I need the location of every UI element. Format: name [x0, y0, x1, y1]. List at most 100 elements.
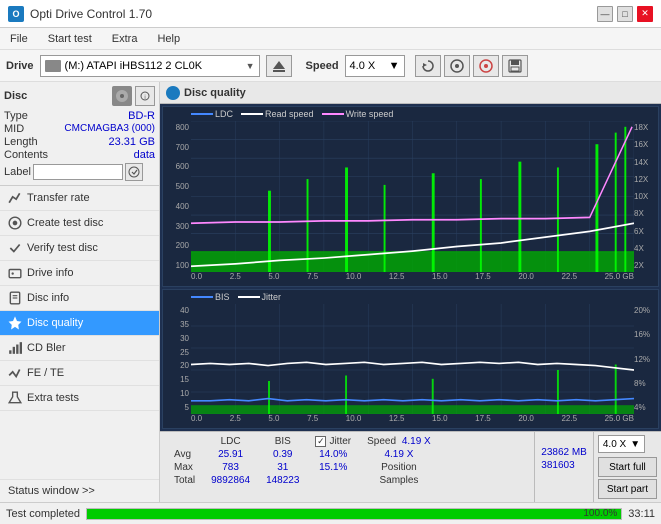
refresh-button[interactable] — [415, 55, 441, 77]
col-speed-label: Speed — [367, 436, 396, 447]
col-header-bis: BIS — [258, 435, 307, 448]
sidebar-item-transfer-rate[interactable]: Transfer rate — [0, 186, 159, 211]
start-full-button[interactable]: Start full — [598, 457, 657, 477]
start-part-button[interactable]: Start part — [598, 479, 657, 499]
chart-header-icon — [166, 86, 180, 100]
y-label-200: 200 — [163, 241, 191, 250]
bis-legend-text: BIS — [215, 292, 230, 302]
y-right-8x: 8X — [634, 209, 658, 218]
jitter-legend-color — [238, 296, 260, 298]
by-label-30: 30 — [163, 334, 191, 343]
sidebar-item-cd-bler[interactable]: CD Bler — [0, 336, 159, 361]
speed-select[interactable]: 4.0 X ▼ — [345, 55, 405, 77]
disc-image-icon — [112, 86, 132, 106]
bottom-chart-y-axis-left: 40 35 30 25 20 15 10 5 — [163, 304, 191, 414]
drive-select-icon — [45, 60, 61, 72]
menu-start-test[interactable]: Start test — [44, 31, 96, 47]
start-speed-select[interactable]: 4.0 X ▼ — [598, 435, 645, 453]
main-content: Disc i Type BD-R MID CMCMAGBA3 (000) — [0, 82, 661, 502]
svg-text:i: i — [144, 95, 145, 101]
ldc-legend-color — [191, 113, 213, 115]
col-header-ldc: LDC — [203, 435, 258, 448]
bx-label-25: 25.0 GB — [605, 414, 634, 428]
maximize-button[interactable]: □ — [617, 6, 633, 22]
y-label-400: 400 — [163, 202, 191, 211]
stats-avg-label: Avg — [166, 448, 203, 461]
nav-items: Transfer rate Create test disc Verify te… — [0, 186, 159, 479]
y-label-300: 300 — [163, 222, 191, 231]
start-buttons: 4.0 X ▼ Start full Start part — [594, 432, 661, 502]
stats-total-ldc: 9892864 — [203, 474, 258, 487]
save-button[interactable] — [502, 55, 528, 77]
sidebar-item-fe-te[interactable]: FE / TE — [0, 361, 159, 386]
bottom-chart-x-axis: 0.0 2.5 5.0 7.5 10.0 12.5 15.0 17.5 20.0… — [191, 414, 634, 428]
sidebar-item-create-test-disc[interactable]: Create test disc — [0, 211, 159, 236]
write-icon-button[interactable] — [473, 55, 499, 77]
by-right-8: 8% — [634, 379, 658, 388]
bx-label-15: 15.0 — [432, 414, 448, 428]
minimize-button[interactable]: — — [597, 6, 613, 22]
stats-table: LDC BIS ✓ Jitter Speed 4.19 X — [160, 432, 534, 502]
eject-button[interactable] — [266, 55, 292, 77]
stats-total-row: Total 9892864 148223 Samples — [166, 474, 439, 487]
stats-total-label: Total — [166, 474, 203, 487]
read-speed-legend-color — [241, 113, 263, 115]
speed-label: Speed — [306, 60, 339, 72]
drive-select-value: (M:) ATAPI iHBS112 2 CL0K — [65, 60, 203, 72]
stats-position-row: 23862 MB — [541, 447, 587, 458]
progress-bar-container: 100.0% — [86, 508, 622, 520]
y-label-100: 100 — [163, 261, 191, 270]
disc-contents-row: Contents data — [4, 149, 155, 161]
sidebar-item-disc-quality[interactable]: Disc quality — [0, 311, 159, 336]
top-chart-x-axis: 0.0 2.5 5.0 7.5 10.0 12.5 15.0 17.5 20.0… — [191, 272, 634, 286]
close-button[interactable]: ✕ — [637, 6, 653, 22]
x-label-7-5: 7.5 — [307, 272, 318, 286]
sidebar-item-drive-info[interactable]: Drive info — [0, 261, 159, 286]
extra-tests-label: Extra tests — [27, 392, 79, 404]
menu-help[interactable]: Help — [153, 31, 184, 47]
x-label-10: 10.0 — [346, 272, 362, 286]
menu-file[interactable]: File — [6, 31, 32, 47]
drive-select[interactable]: (M:) ATAPI iHBS112 2 CL0K ▼ — [40, 55, 260, 77]
x-label-17-5: 17.5 — [475, 272, 491, 286]
top-chart-svg — [191, 121, 634, 272]
sidebar-item-status-window[interactable]: Status window >> — [0, 479, 159, 502]
y-right-12x: 12X — [634, 175, 658, 184]
by-right-12: 12% — [634, 355, 658, 364]
by-right-16: 16% — [634, 330, 658, 339]
x-label-0: 0.0 — [191, 272, 202, 286]
transfer-rate-icon — [8, 191, 22, 205]
disc-length-label: Length — [4, 136, 38, 148]
disc-label-button[interactable] — [125, 163, 143, 181]
bx-label-5: 5.0 — [268, 414, 279, 428]
disc-label-text: Label — [4, 166, 31, 178]
sidebar-item-verify-test-disc[interactable]: Verify test disc — [0, 236, 159, 261]
create-test-disc-label: Create test disc — [27, 217, 103, 229]
bottom-chart: BIS Jitter 40 35 30 25 20 15 10 — [162, 289, 659, 429]
menu-extra[interactable]: Extra — [108, 31, 142, 47]
disc-label-input[interactable] — [33, 164, 123, 180]
sidebar-item-disc-info[interactable]: Disc info — [0, 286, 159, 311]
status-text: Test completed — [6, 508, 80, 520]
stats-right: 23862 MB 381603 — [535, 432, 593, 502]
by-right-20: 20% — [634, 306, 658, 315]
disc-info-icon[interactable]: i — [135, 86, 155, 106]
stats-avg-row: Avg 25.91 0.39 14.0% 4.19 X — [166, 448, 439, 461]
disc-contents-label: Contents — [4, 149, 48, 161]
col-header-empty — [166, 435, 203, 448]
speed-select-row: 4.0 X ▼ — [598, 435, 657, 453]
bottom-status-bar: Test completed 100.0% 33:11 — [0, 502, 661, 524]
by-label-40: 40 — [163, 306, 191, 315]
disc-icon-button[interactable] — [444, 55, 470, 77]
stats-max-row: Max 783 31 15.1% Position — [166, 461, 439, 474]
x-label-5: 5.0 — [268, 272, 279, 286]
bx-label-20: 20.0 — [518, 414, 534, 428]
sidebar-item-extra-tests[interactable]: Extra tests — [0, 386, 159, 411]
status-window-label: Status window >> — [8, 485, 95, 497]
y-label-700: 700 — [163, 143, 191, 152]
start-speed-value: 4.0 X — [603, 439, 626, 450]
by-label-10: 10 — [163, 389, 191, 398]
bis-legend: BIS — [191, 292, 230, 302]
disc-type-row: Type BD-R — [4, 110, 155, 122]
jitter-checkbox[interactable]: ✓ — [315, 436, 326, 447]
